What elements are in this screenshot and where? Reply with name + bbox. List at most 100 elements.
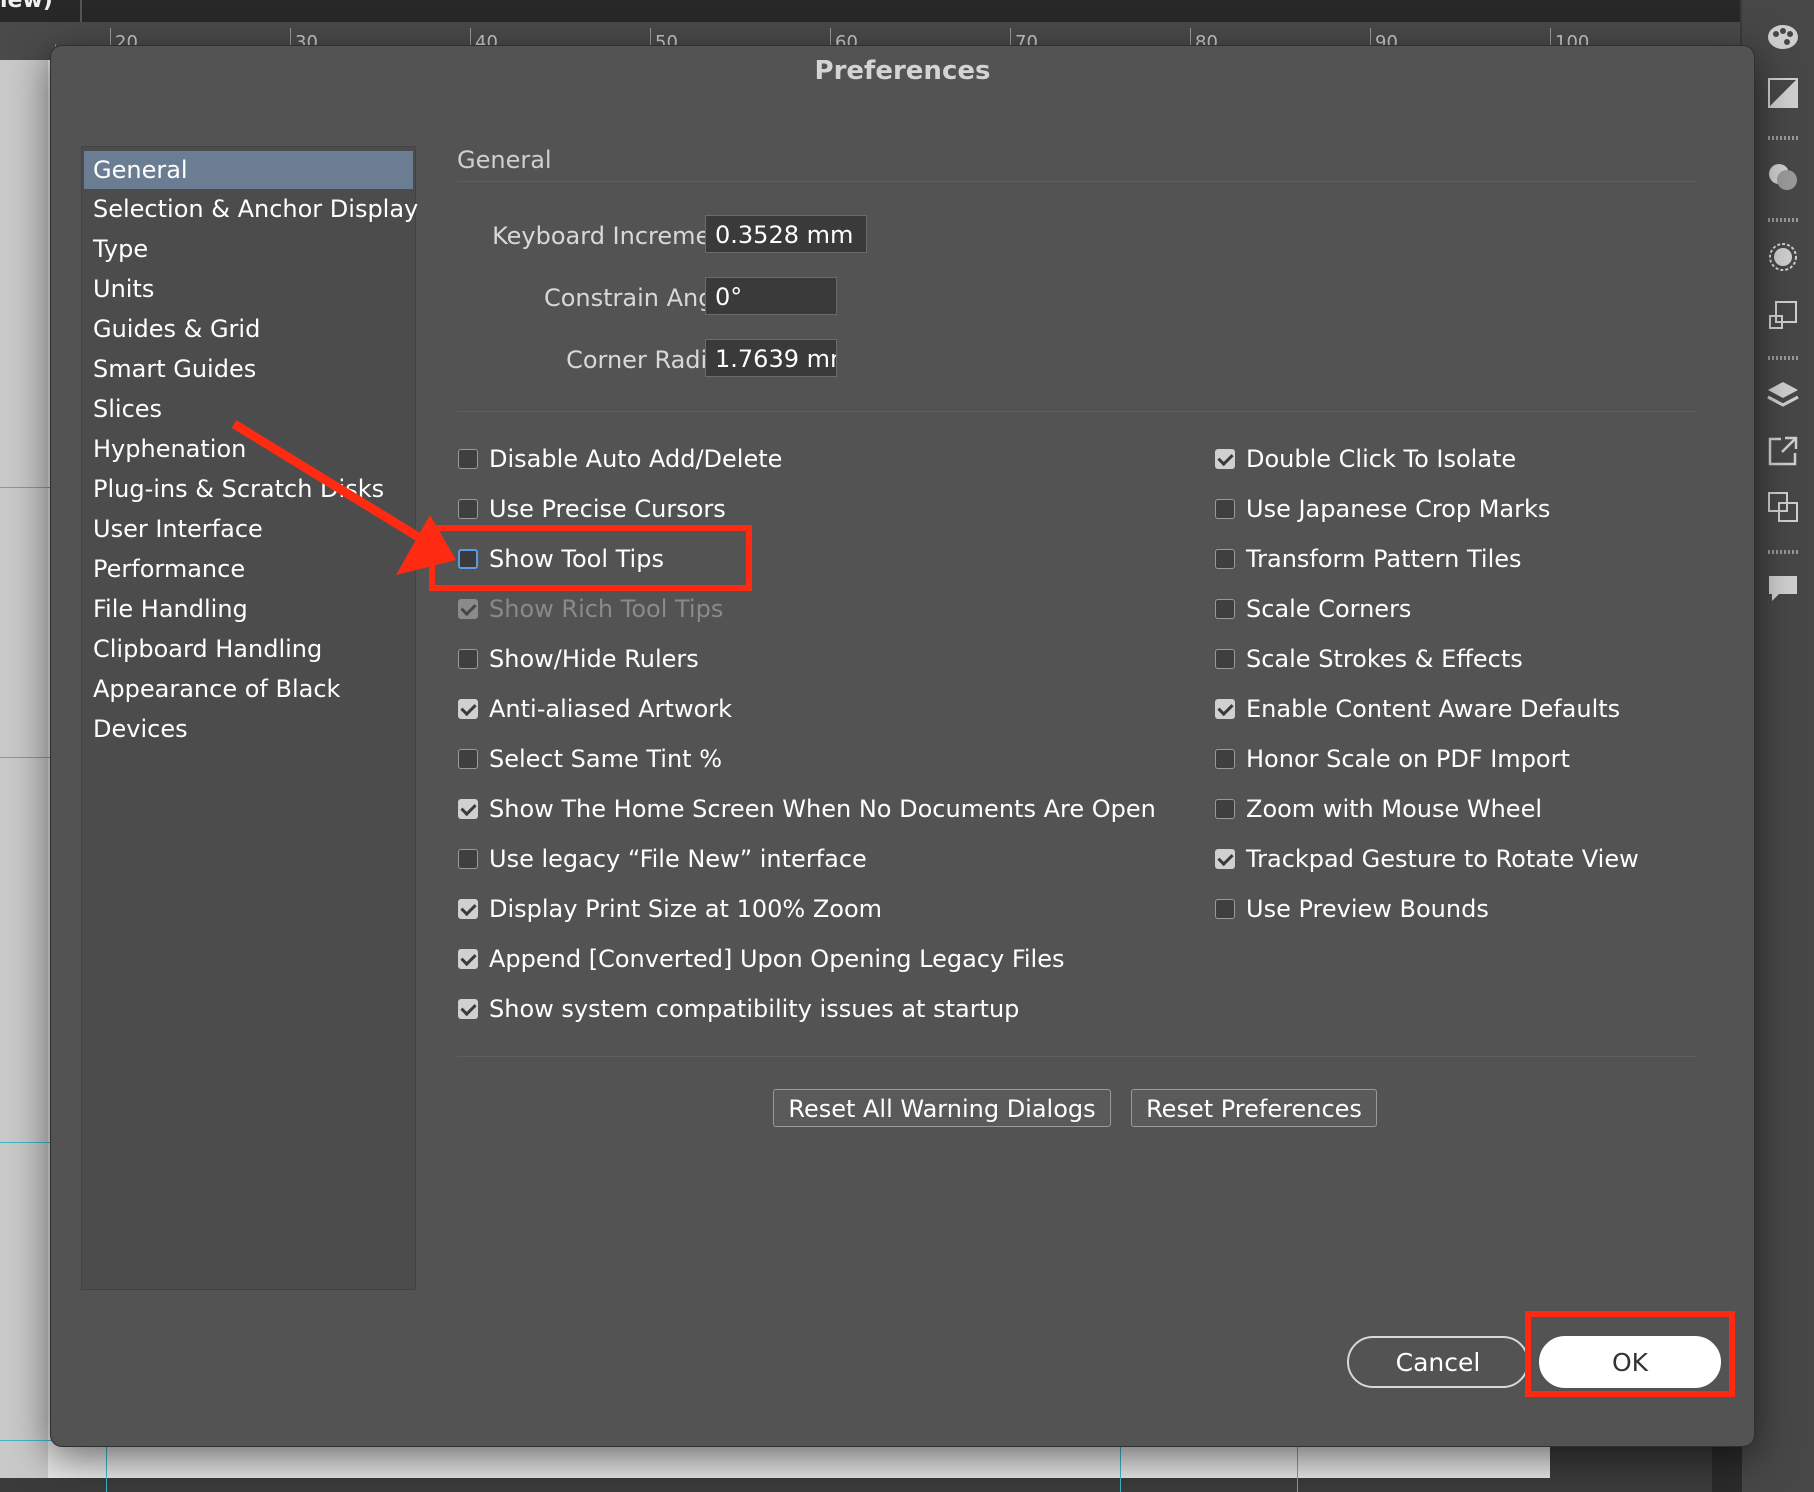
- checkbox-label: Use Preview Bounds: [1246, 895, 1489, 923]
- checkbox-row-trackpad-gesture-to-rotate-view[interactable]: Trackpad Gesture to Rotate View: [1215, 843, 1639, 875]
- unchecked-checkbox-icon[interactable]: [1215, 799, 1235, 819]
- corner-radius-input[interactable]: 1.7639 mm: [705, 339, 837, 377]
- checkbox-row-show-system-compatibility-issues-at-startup[interactable]: Show system compatibility issues at star…: [458, 993, 1019, 1025]
- gradient-icon[interactable]: [1766, 76, 1800, 110]
- keyboard-increment-label: Keyboard Increment:: [492, 222, 743, 250]
- sidebar-item-units[interactable]: Units: [82, 269, 415, 309]
- checkbox-row-select-same-tint[interactable]: Select Same Tint %: [458, 743, 722, 775]
- sidebar-item-selection-anchor-display[interactable]: Selection & Anchor Display: [82, 189, 418, 229]
- panel-grip[interactable]: [1768, 550, 1798, 554]
- checkbox-label: Transform Pattern Tiles: [1246, 545, 1522, 573]
- checkbox-row-disable-auto-add-delete[interactable]: Disable Auto Add/Delete: [458, 443, 782, 475]
- checkbox-row-append-converted-upon-opening-legacy-files[interactable]: Append [Converted] Upon Opening Legacy F…: [458, 943, 1065, 975]
- panel-grip[interactable]: [1768, 218, 1798, 222]
- checkbox-label: Enable Content Aware Defaults: [1246, 695, 1621, 723]
- transform-icon[interactable]: [1766, 298, 1800, 332]
- sidebar-item-hyphenation[interactable]: Hyphenation: [82, 429, 415, 469]
- checkbox-row-transform-pattern-tiles[interactable]: Transform Pattern Tiles: [1215, 543, 1522, 575]
- annotation-highlight-show-tool-tips: [429, 525, 752, 591]
- sidebar-item-guides-grid[interactable]: Guides & Grid: [82, 309, 415, 349]
- checkbox-row-honor-scale-on-pdf-import[interactable]: Honor Scale on PDF Import: [1215, 743, 1570, 775]
- checked-checkbox-icon[interactable]: [458, 799, 478, 819]
- checkbox-label: Scale Corners: [1246, 595, 1412, 623]
- sidebar-item-slices[interactable]: Slices: [82, 389, 415, 429]
- checked-checkbox-icon[interactable]: [458, 949, 478, 969]
- keyboard-increment-input[interactable]: 0.3528 mm: [705, 215, 867, 253]
- sidebar-item-file-handling[interactable]: File Handling: [82, 589, 415, 629]
- unchecked-checkbox-icon[interactable]: [458, 499, 478, 519]
- corner-radius-label: Corner Radius:: [566, 346, 743, 374]
- checkbox-row-use-precise-cursors[interactable]: Use Precise Cursors: [458, 493, 726, 525]
- unchecked-checkbox-icon[interactable]: [1215, 749, 1235, 769]
- unchecked-checkbox-icon[interactable]: [1215, 899, 1235, 919]
- checked-checkbox-icon[interactable]: [458, 699, 478, 719]
- unchecked-checkbox-icon[interactable]: [1215, 549, 1235, 569]
- constrain-angle-input[interactable]: 0°: [705, 277, 837, 315]
- checkbox-row-zoom-with-mouse-wheel[interactable]: Zoom with Mouse Wheel: [1215, 793, 1542, 825]
- checkbox-label: Scale Strokes & Effects: [1246, 645, 1523, 673]
- checkbox-label: Anti-aliased Artwork: [489, 695, 733, 723]
- checked-checkbox-icon[interactable]: [1215, 449, 1235, 469]
- color-palette-icon[interactable]: [1766, 20, 1800, 54]
- unchecked-checkbox-icon[interactable]: [458, 749, 478, 769]
- unchecked-checkbox-icon[interactable]: [1215, 599, 1235, 619]
- transparency-icon[interactable]: [1766, 160, 1800, 194]
- checkbox-row-enable-content-aware-defaults[interactable]: Enable Content Aware Defaults: [1215, 693, 1620, 725]
- layers-icon[interactable]: [1766, 378, 1800, 412]
- checked-checkbox-icon: [458, 599, 478, 619]
- checkbox-row-anti-aliased-artwork[interactable]: Anti-aliased Artwork: [458, 693, 732, 725]
- app-topbar: iew): [0, 0, 1740, 22]
- topbar-divider: [80, 0, 82, 22]
- checkbox-row-show-hide-rulers[interactable]: Show/Hide Rulers: [458, 643, 699, 675]
- constrain-angle-label: Constrain Angle:: [543, 284, 743, 312]
- panel-grip[interactable]: [1768, 136, 1798, 140]
- checkbox-row-scale-corners[interactable]: Scale Corners: [1215, 593, 1411, 625]
- sidebar-item-general[interactable]: General: [84, 151, 413, 189]
- checkbox-row-use-japanese-crop-marks[interactable]: Use Japanese Crop Marks: [1215, 493, 1550, 525]
- checkbox-label: Show The Home Screen When No Documents A…: [489, 795, 1156, 823]
- guide-line: [0, 1142, 52, 1143]
- divider: [457, 1056, 1697, 1057]
- divider: [457, 181, 1697, 182]
- sidebar-item-user-interface[interactable]: User Interface: [82, 509, 415, 549]
- checked-checkbox-icon[interactable]: [1215, 849, 1235, 869]
- cancel-button[interactable]: Cancel: [1347, 1336, 1529, 1388]
- sidebar-item-performance[interactable]: Performance: [82, 549, 415, 589]
- unchecked-checkbox-icon[interactable]: [458, 649, 478, 669]
- sidebar-item-appearance-of-black[interactable]: Appearance of Black: [82, 669, 415, 709]
- panel-grip[interactable]: [1768, 356, 1798, 360]
- checked-checkbox-icon[interactable]: [458, 999, 478, 1019]
- reset-warning-dialogs-button[interactable]: Reset All Warning Dialogs: [773, 1089, 1111, 1127]
- checkbox-label: Display Print Size at 100% Zoom: [489, 895, 882, 923]
- checkbox-row-show-rich-tool-tips[interactable]: Show Rich Tool Tips: [458, 593, 723, 625]
- guide-line: [0, 757, 52, 758]
- sidebar-item-smart-guides[interactable]: Smart Guides: [82, 349, 415, 389]
- sidebar-item-plugins-scratch-disks[interactable]: Plug-ins & Scratch Disks: [82, 469, 415, 509]
- unchecked-checkbox-icon[interactable]: [458, 449, 478, 469]
- artboards-icon[interactable]: [1766, 490, 1800, 524]
- checkbox-label: Select Same Tint %: [489, 745, 723, 773]
- comments-icon[interactable]: [1766, 572, 1800, 606]
- checkbox-label: Use legacy “File New” interface: [489, 845, 867, 873]
- reset-preferences-button[interactable]: Reset Preferences: [1131, 1089, 1377, 1127]
- unchecked-checkbox-icon[interactable]: [458, 849, 478, 869]
- checked-checkbox-icon[interactable]: [1215, 699, 1235, 719]
- checked-checkbox-icon[interactable]: [458, 899, 478, 919]
- sidebar-item-clipboard-handling[interactable]: Clipboard Handling: [82, 629, 415, 669]
- sidebar-item-devices[interactable]: Devices: [82, 709, 415, 749]
- unchecked-checkbox-icon[interactable]: [1215, 649, 1235, 669]
- checkbox-row-use-preview-bounds[interactable]: Use Preview Bounds: [1215, 893, 1489, 925]
- checkbox-label: Show system compatibility issues at star…: [489, 995, 1020, 1023]
- annotation-highlight-ok: [1525, 1311, 1735, 1397]
- checkbox-label: Zoom with Mouse Wheel: [1246, 795, 1543, 823]
- export-icon[interactable]: [1766, 434, 1800, 468]
- sidebar-item-type[interactable]: Type: [82, 229, 415, 269]
- appearance-icon[interactable]: [1766, 240, 1800, 274]
- checkbox-row-double-click-to-isolate[interactable]: Double Click To Isolate: [1215, 443, 1516, 475]
- checkbox-row-use-legacy-file-new-interface[interactable]: Use legacy “File New” interface: [458, 843, 867, 875]
- checkbox-row-display-print-size-at-100-zoom[interactable]: Display Print Size at 100% Zoom: [458, 893, 882, 925]
- checkbox-row-show-the-home-screen-when-no-documents-are-open[interactable]: Show The Home Screen When No Documents A…: [458, 793, 1156, 825]
- dialog-title: Preferences: [814, 56, 991, 86]
- checkbox-row-scale-strokes-effects[interactable]: Scale Strokes & Effects: [1215, 643, 1523, 675]
- unchecked-checkbox-icon[interactable]: [1215, 499, 1235, 519]
